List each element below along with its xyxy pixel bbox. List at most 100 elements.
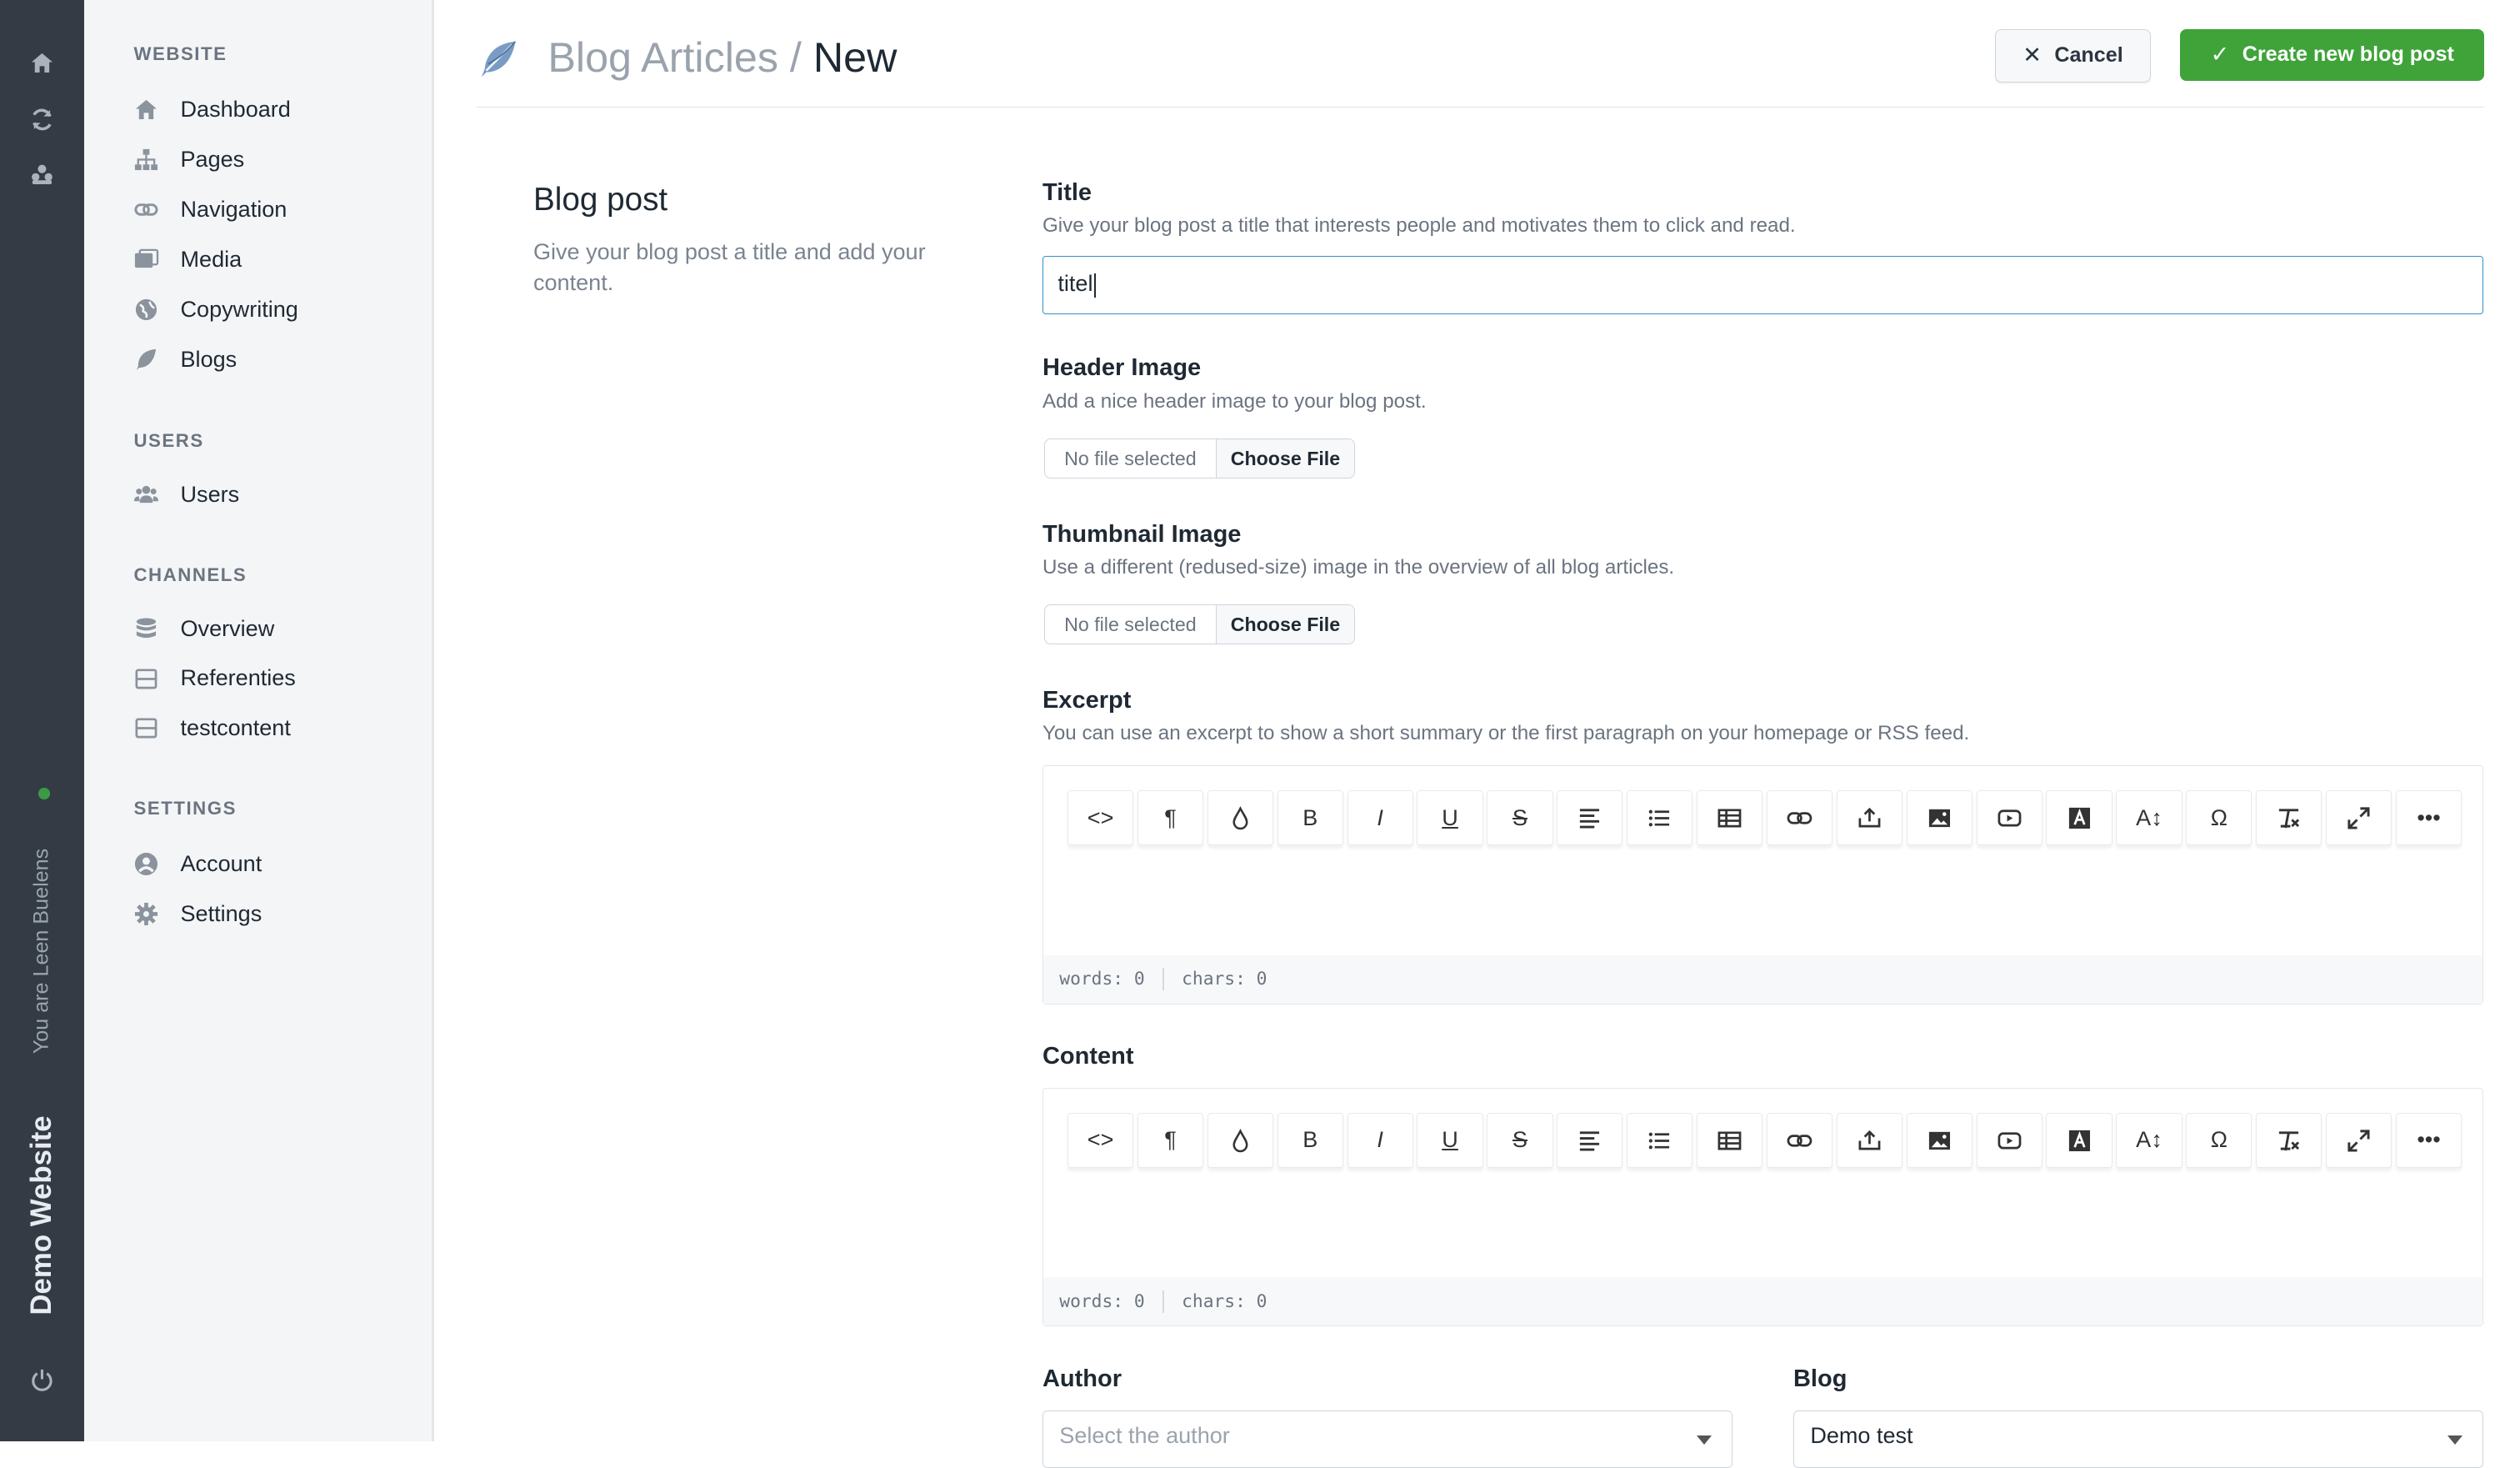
images-icon bbox=[135, 248, 159, 268]
sidebar-item-label: Users bbox=[180, 482, 240, 508]
file-status: No file selected bbox=[1045, 438, 1217, 478]
choose-file-button[interactable]: Choose File bbox=[1216, 438, 1355, 478]
font-icon[interactable] bbox=[2046, 1113, 2112, 1168]
bold-icon[interactable]: B bbox=[1277, 1113, 1343, 1168]
video-icon[interactable] bbox=[1976, 1113, 2042, 1168]
underline-icon[interactable]: U bbox=[1417, 1113, 1483, 1168]
sidebar-item-label: Copywriting bbox=[180, 296, 298, 322]
thumbnail-image-help: Use a different (redused-size) image in … bbox=[1042, 556, 1675, 579]
close-icon: ✕ bbox=[2022, 43, 2042, 68]
users-group-icon[interactable] bbox=[28, 161, 57, 190]
video-icon[interactable] bbox=[1976, 790, 2042, 846]
underline-icon[interactable]: U bbox=[1417, 790, 1483, 846]
breadcrumb-current: New bbox=[812, 33, 898, 81]
clear-format-icon[interactable] bbox=[2256, 1113, 2322, 1168]
sidebar-item-label: Media bbox=[180, 246, 242, 272]
online-indicator bbox=[38, 788, 50, 799]
link-icon[interactable] bbox=[1766, 1113, 1833, 1168]
breadcrumb-parent[interactable]: Blog Articles bbox=[548, 33, 778, 81]
choose-file-button[interactable]: Choose File bbox=[1216, 605, 1355, 644]
upload-icon[interactable] bbox=[1836, 1113, 1903, 1168]
table-icon[interactable] bbox=[1696, 790, 1763, 846]
sidebar-item-pages[interactable]: Pages bbox=[133, 140, 244, 178]
home-icon[interactable] bbox=[28, 50, 57, 79]
sidebar-item-media[interactable]: Media bbox=[133, 240, 242, 278]
paragraph-icon[interactable]: ¶ bbox=[1137, 790, 1204, 846]
sidebar-item-copywriting[interactable]: Copywriting bbox=[133, 290, 298, 328]
align-icon[interactable] bbox=[1557, 1113, 1623, 1168]
feather-icon bbox=[137, 348, 157, 370]
users-icon bbox=[134, 485, 159, 504]
strikethrough-icon[interactable]: S bbox=[1487, 790, 1553, 846]
database-icon bbox=[137, 618, 157, 638]
sidebar-item-testcontent[interactable]: testcontent bbox=[133, 709, 291, 748]
refresh-icon[interactable] bbox=[28, 107, 57, 136]
breadcrumb-separator: / bbox=[778, 33, 813, 81]
fullscreen-icon[interactable] bbox=[2326, 790, 2392, 846]
list-icon[interactable] bbox=[1627, 790, 1693, 846]
thumbnail-image-label: Thumbnail Image bbox=[1042, 520, 1242, 548]
sidebar-item-settings[interactable]: Settings bbox=[133, 894, 262, 933]
table-icon[interactable] bbox=[1696, 1113, 1763, 1168]
link-icon[interactable] bbox=[1766, 790, 1833, 846]
create-blog-post-button[interactable]: ✓ Create new blog post bbox=[2180, 28, 2485, 81]
special-chars-icon[interactable]: Ω bbox=[2186, 790, 2252, 846]
italic-icon[interactable]: I bbox=[1347, 1113, 1413, 1168]
sidebar-item-referenties[interactable]: Referenties bbox=[133, 659, 296, 698]
cancel-button[interactable]: ✕ Cancel bbox=[1994, 28, 2152, 83]
text-caret bbox=[1094, 273, 1097, 298]
clear-format-icon[interactable] bbox=[2256, 790, 2322, 846]
content-label: Content bbox=[1042, 1042, 1134, 1070]
globe-icon bbox=[136, 298, 158, 320]
sidebar-item-blogs[interactable]: Blogs bbox=[133, 340, 237, 378]
box-icon bbox=[135, 718, 158, 739]
excerpt-label: Excerpt bbox=[1042, 686, 1132, 714]
code-view-icon[interactable]: <> bbox=[1067, 1113, 1134, 1168]
align-icon[interactable] bbox=[1557, 790, 1623, 846]
bold-icon[interactable]: B bbox=[1277, 790, 1343, 846]
more-icon[interactable]: ••• bbox=[2395, 1113, 2462, 1168]
text-size-icon[interactable]: A↕ bbox=[2116, 790, 2182, 846]
italic-icon[interactable]: I bbox=[1347, 790, 1413, 846]
title-input[interactable]: titel bbox=[1042, 256, 2483, 315]
content-editor[interactable]: <> ¶ B I U S A↕ Ω ••• words: 0 chars: 0 bbox=[1042, 1088, 2483, 1327]
list-icon[interactable] bbox=[1627, 1113, 1693, 1168]
status-divider bbox=[1162, 968, 1164, 991]
color-drop-icon[interactable] bbox=[1207, 790, 1274, 846]
sidebar-item-overview[interactable]: Overview bbox=[133, 609, 274, 648]
blog-select-value: Demo test bbox=[1810, 1422, 1913, 1448]
sidebar-item-users[interactable]: Users bbox=[133, 475, 239, 514]
header-image-file-input[interactable]: No file selected Choose File bbox=[1043, 438, 1356, 479]
sidebar: WEBSITE Dashboard Pages Navigation Media… bbox=[83, 0, 435, 1441]
cancel-button-label: Cancel bbox=[2054, 43, 2123, 68]
more-icon[interactable]: ••• bbox=[2395, 790, 2462, 846]
section-title: Blog post bbox=[532, 182, 668, 218]
sidebar-item-account[interactable]: Account bbox=[133, 844, 262, 883]
text-size-icon[interactable]: A↕ bbox=[2116, 1113, 2182, 1168]
strikethrough-icon[interactable]: S bbox=[1487, 1113, 1553, 1168]
color-drop-icon[interactable] bbox=[1207, 1113, 1274, 1168]
font-icon[interactable] bbox=[2046, 790, 2112, 846]
sidebar-item-label: Overview bbox=[180, 615, 275, 641]
file-status: No file selected bbox=[1045, 605, 1217, 644]
word-count: words: 0 bbox=[1059, 969, 1145, 990]
author-select[interactable]: Select the author bbox=[1042, 1410, 1732, 1468]
excerpt-editor[interactable]: <> ¶ B I U S A↕ Ω ••• words: 0 chars: 0 bbox=[1042, 765, 2483, 1005]
blog-select[interactable]: Demo test bbox=[1792, 1410, 2483, 1468]
content-toolbar: <> ¶ B I U S A↕ Ω ••• bbox=[1067, 1113, 2466, 1168]
power-icon[interactable] bbox=[28, 1367, 57, 1396]
upload-icon[interactable] bbox=[1836, 790, 1903, 846]
home-icon bbox=[136, 99, 158, 120]
image-icon[interactable] bbox=[1906, 790, 1972, 846]
paragraph-icon[interactable]: ¶ bbox=[1137, 1113, 1204, 1168]
breadcrumb: Blog Articles / New bbox=[548, 33, 897, 82]
sidebar-item-navigation[interactable]: Navigation bbox=[133, 190, 287, 228]
special-chars-icon[interactable]: Ω bbox=[2186, 1113, 2252, 1168]
title-help: Give your blog post a title that interes… bbox=[1042, 214, 1796, 238]
code-view-icon[interactable]: <> bbox=[1067, 790, 1134, 846]
thumbnail-image-file-input[interactable]: No file selected Choose File bbox=[1043, 604, 1356, 645]
sidebar-item-dashboard[interactable]: Dashboard bbox=[133, 90, 291, 128]
image-icon[interactable] bbox=[1906, 1113, 1972, 1168]
user-circle-icon bbox=[135, 852, 158, 875]
fullscreen-icon[interactable] bbox=[2326, 1113, 2392, 1168]
